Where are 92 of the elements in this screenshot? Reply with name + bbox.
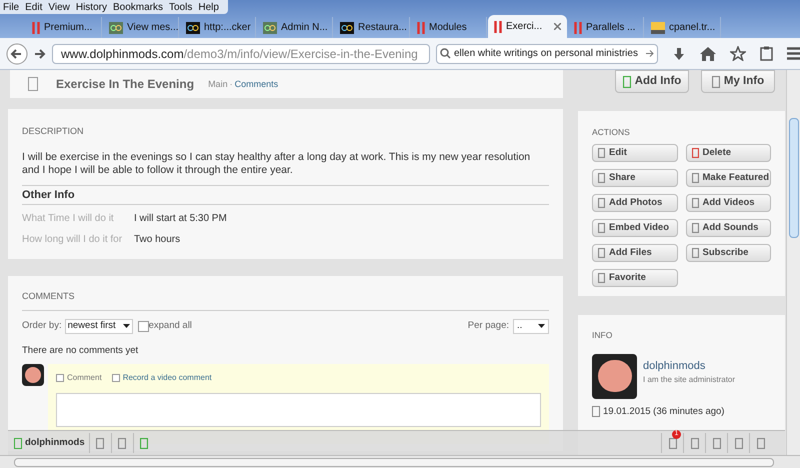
menu-item[interactable]: History bbox=[72, 0, 110, 14]
missing-glyph-icon[interactable] bbox=[690, 438, 698, 448]
missing-glyph-icon[interactable] bbox=[734, 438, 742, 448]
action-button[interactable]: Add Photos bbox=[592, 194, 678, 212]
horizontal-scrollbar[interactable] bbox=[0, 455, 800, 468]
download-icon[interactable] bbox=[672, 46, 686, 60]
browser-tab[interactable]: Exerci... bbox=[488, 15, 567, 38]
header-button[interactable]: My Info bbox=[701, 70, 775, 93]
other-info-heading: Other Info bbox=[22, 184, 549, 205]
missing-glyph-icon[interactable] bbox=[140, 438, 148, 448]
user-name-link[interactable]: dolphinmods bbox=[643, 358, 736, 374]
missing-glyph-icon[interactable] bbox=[668, 438, 676, 448]
action-button[interactable]: Add Sounds bbox=[686, 218, 771, 237]
avatar-icon bbox=[592, 354, 637, 399]
menu-item[interactable]: View bbox=[45, 0, 73, 14]
bars-icon bbox=[417, 22, 425, 34]
scrollbar-thumb[interactable] bbox=[14, 458, 774, 466]
field-label: What Time I will do it bbox=[22, 212, 115, 226]
field-value: I will start at 5:30 PM bbox=[134, 212, 227, 226]
breadcrumb-link[interactable]: Comments bbox=[234, 78, 278, 92]
comment-type-checkbox[interactable] bbox=[112, 374, 120, 382]
loop-icon bbox=[109, 22, 123, 34]
section-heading: ACTIONS bbox=[592, 126, 631, 139]
address-bar[interactable]: www.dolphinmods.com/demo3/m/info/view/Exercise-in-the-Evening bbox=[52, 44, 430, 64]
menu-item[interactable]: Help bbox=[195, 0, 222, 14]
expand-label: expand all bbox=[148, 318, 192, 333]
breadcrumb-text: Main bbox=[208, 78, 228, 91]
missing-glyph-icon[interactable] bbox=[756, 438, 764, 448]
bars-icon bbox=[32, 22, 40, 34]
option-label: Comment bbox=[67, 372, 102, 384]
menu-item[interactable]: Edit bbox=[22, 0, 46, 14]
vertical-scrollbar[interactable] bbox=[786, 70, 800, 455]
arrow-icon[interactable] bbox=[645, 49, 654, 58]
section-heading: COMMENTS bbox=[22, 290, 549, 310]
url-text: www.dolphinmods.com/demo3/m/info/view/Exercise-in-the-Evening bbox=[61, 46, 418, 62]
separator: · bbox=[230, 78, 233, 91]
menu-icon[interactable] bbox=[787, 47, 800, 60]
comment-input[interactable] bbox=[56, 392, 541, 427]
section-heading: DESCRIPTION bbox=[22, 125, 85, 138]
loop-icon bbox=[263, 22, 277, 34]
loop-icon bbox=[340, 22, 354, 34]
home-icon[interactable] bbox=[700, 46, 716, 60]
missing-glyph-icon bbox=[14, 438, 22, 448]
scrollbar-thumb[interactable] bbox=[789, 118, 799, 238]
header-button[interactable]: Add Info bbox=[615, 70, 689, 93]
user-tagline: I am the site administrator bbox=[643, 374, 736, 386]
action-button[interactable]: Add Files bbox=[592, 244, 678, 262]
action-button[interactable]: Add Videos bbox=[686, 194, 771, 212]
search-field[interactable]: ellen white writings on personal ministries bbox=[436, 44, 658, 64]
page-title: Exercise In The Evening bbox=[56, 76, 194, 93]
menu-item[interactable]: Bookmarks bbox=[110, 0, 166, 14]
missing-glyph-icon[interactable] bbox=[712, 438, 720, 448]
action-button[interactable]: Delete bbox=[686, 144, 771, 162]
per-page-dropdown[interactable]: .. bbox=[513, 318, 549, 334]
expand-checkbox[interactable] bbox=[138, 320, 149, 332]
search-icon bbox=[440, 48, 451, 59]
missing-glyph-icon[interactable] bbox=[96, 438, 104, 448]
option-link[interactable]: Record a video comment bbox=[122, 372, 212, 384]
order-label: Order by: bbox=[22, 318, 62, 333]
missing-glyph-icon bbox=[28, 77, 38, 91]
action-button[interactable]: Subscribe bbox=[686, 244, 771, 262]
bars-icon bbox=[574, 22, 582, 34]
clipboard-icon[interactable] bbox=[760, 46, 773, 61]
caret-icon bbox=[122, 324, 130, 328]
cpanel-icon bbox=[651, 22, 665, 34]
menu-item[interactable]: Tools bbox=[166, 0, 196, 14]
field-label: How long will I do it for bbox=[22, 233, 124, 247]
caret-icon bbox=[538, 324, 545, 328]
order-dropdown[interactable]: newest first bbox=[64, 318, 133, 334]
toolbar-user-link[interactable]: dolphinmods bbox=[25, 436, 85, 450]
per-page-label: Per page: bbox=[468, 318, 509, 333]
bars-icon bbox=[494, 20, 502, 32]
missing-glyph-icon[interactable] bbox=[118, 438, 126, 448]
missing-glyph-icon bbox=[592, 406, 600, 418]
action-button[interactable]: Embed Video bbox=[592, 218, 678, 237]
back-icon[interactable] bbox=[6, 42, 28, 64]
loop-icon bbox=[186, 22, 200, 34]
date-text: 19.01.2015 (36 minutes ago) bbox=[603, 404, 724, 419]
action-button[interactable]: Share bbox=[592, 168, 678, 187]
forward-icon[interactable] bbox=[34, 48, 46, 60]
star-icon[interactable] bbox=[730, 46, 746, 61]
avatar-icon bbox=[22, 364, 44, 386]
action-button[interactable]: Edit bbox=[592, 144, 678, 162]
empty-message: There are no comments yet bbox=[22, 344, 140, 358]
comment-type-checkbox[interactable] bbox=[56, 374, 64, 382]
section-heading: INFO bbox=[592, 329, 614, 342]
description-text: I will be exercise in the evenings so I can stay healthy after a long day at work. This is my new year resolution and I hope I will be able to follow it through the entire year. bbox=[22, 150, 532, 176]
action-button[interactable]: Favorite bbox=[592, 268, 678, 287]
menu-item[interactable]: File bbox=[0, 0, 22, 14]
action-button[interactable]: Make Featured bbox=[686, 168, 771, 187]
close-icon[interactable] bbox=[554, 23, 561, 30]
field-value: Two hours bbox=[134, 233, 180, 247]
